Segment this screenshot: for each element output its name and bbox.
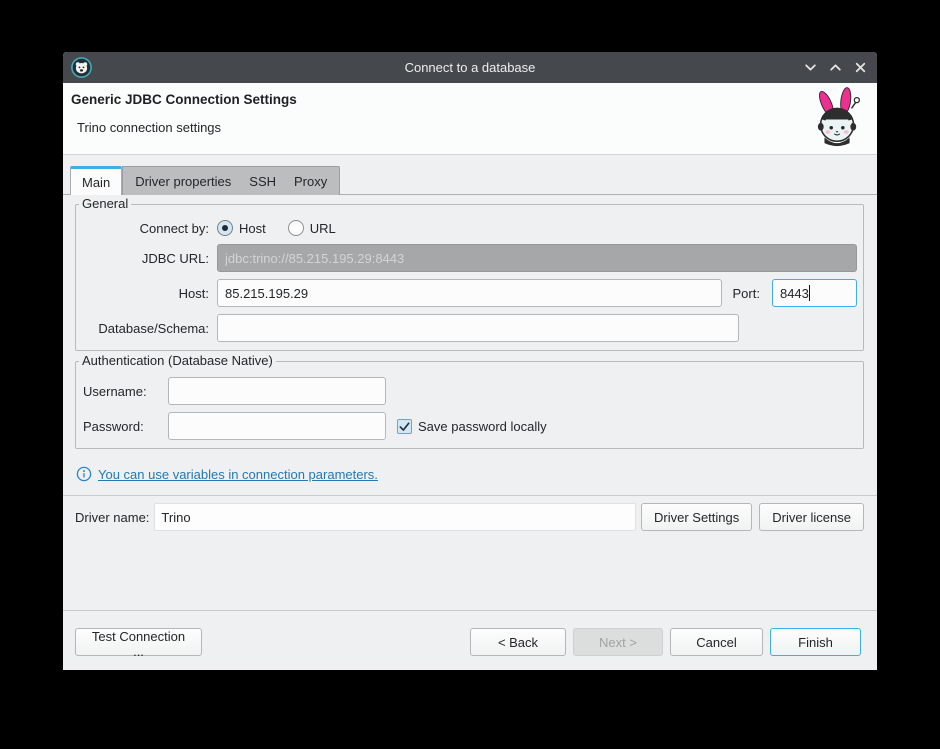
- database-schema-label: Database/Schema:: [82, 321, 209, 336]
- database-schema-input[interactable]: [217, 314, 739, 342]
- jdbc-url-label: JDBC URL:: [82, 251, 209, 266]
- driver-name-label: Driver name:: [75, 510, 149, 525]
- cancel-button[interactable]: Cancel: [670, 628, 763, 656]
- desktop-background: Connect to a database Generic JDBC Conne…: [0, 0, 940, 749]
- connect-by-label: Connect by:: [82, 221, 209, 236]
- finish-button[interactable]: Finish: [770, 628, 861, 656]
- info-icon: [76, 466, 92, 482]
- page-title: Generic JDBC Connection Settings: [71, 92, 297, 107]
- dbeaver-app-icon: [71, 57, 92, 78]
- tab-driver-properties[interactable]: Driver properties: [126, 174, 240, 189]
- checkbox-checked-icon: [397, 419, 412, 434]
- window-title: Connect to a database: [63, 60, 877, 75]
- page-subtitle: Trino connection settings: [77, 120, 221, 135]
- minimize-button[interactable]: [803, 61, 817, 75]
- driver-separator: [63, 495, 877, 496]
- connect-by-host-radio[interactable]: Host: [217, 220, 266, 236]
- next-button: Next >: [573, 628, 663, 656]
- driver-settings-button[interactable]: Driver Settings: [641, 503, 752, 531]
- password-label: Password:: [83, 419, 156, 434]
- authentication-group-legend: Authentication (Database Native): [79, 353, 276, 368]
- tab-ssh[interactable]: SSH: [240, 174, 285, 189]
- title-bar[interactable]: Connect to a database: [63, 52, 877, 83]
- variables-link[interactable]: You can use variables in connection para…: [98, 467, 378, 482]
- save-password-label: Save password locally: [418, 419, 547, 434]
- main-tab-content: General Connect by: Host URL JDBC URL:: [63, 195, 877, 532]
- trino-bunny-logo-icon: [809, 87, 867, 151]
- driver-name-value: Trino: [154, 503, 636, 531]
- authentication-group: Authentication (Database Native) Usernam…: [75, 361, 864, 449]
- connect-dialog-window: Connect to a database Generic JDBC Conne…: [63, 52, 877, 670]
- driver-row: Driver name: Trino Driver Settings Drive…: [75, 502, 864, 532]
- variables-hint-row: You can use variables in connection para…: [75, 459, 864, 489]
- password-input[interactable]: [168, 412, 386, 440]
- maximize-button[interactable]: [828, 61, 842, 75]
- driver-license-button[interactable]: Driver license: [759, 503, 864, 531]
- connect-by-url-radio[interactable]: URL: [288, 220, 336, 236]
- username-input[interactable]: [168, 377, 386, 405]
- host-label: Host:: [82, 286, 209, 301]
- test-connection-button[interactable]: Test Connection ...: [75, 628, 202, 656]
- text-cursor: [809, 285, 810, 301]
- port-label: Port:: [722, 286, 760, 301]
- close-button[interactable]: [853, 61, 867, 75]
- radio-url-control: [288, 220, 304, 236]
- tab-main[interactable]: Main: [70, 166, 122, 195]
- general-group: General Connect by: Host URL JDBC URL:: [75, 204, 864, 351]
- port-input[interactable]: [772, 279, 857, 307]
- dialog-header: Generic JDBC Connection Settings Trino c…: [63, 83, 877, 155]
- radio-host-control: [217, 220, 233, 236]
- jdbc-url-field: [217, 244, 857, 272]
- tab-proxy[interactable]: Proxy: [285, 174, 336, 189]
- dialog-footer: Test Connection ... < Back Next > Cancel…: [63, 610, 877, 670]
- save-password-checkbox[interactable]: Save password locally: [397, 419, 547, 434]
- host-input[interactable]: [217, 279, 722, 307]
- tab-bar: Main Driver properties SSH Proxy: [63, 155, 877, 195]
- username-label: Username:: [83, 384, 156, 399]
- general-group-legend: General: [79, 196, 131, 211]
- back-button[interactable]: < Back: [470, 628, 566, 656]
